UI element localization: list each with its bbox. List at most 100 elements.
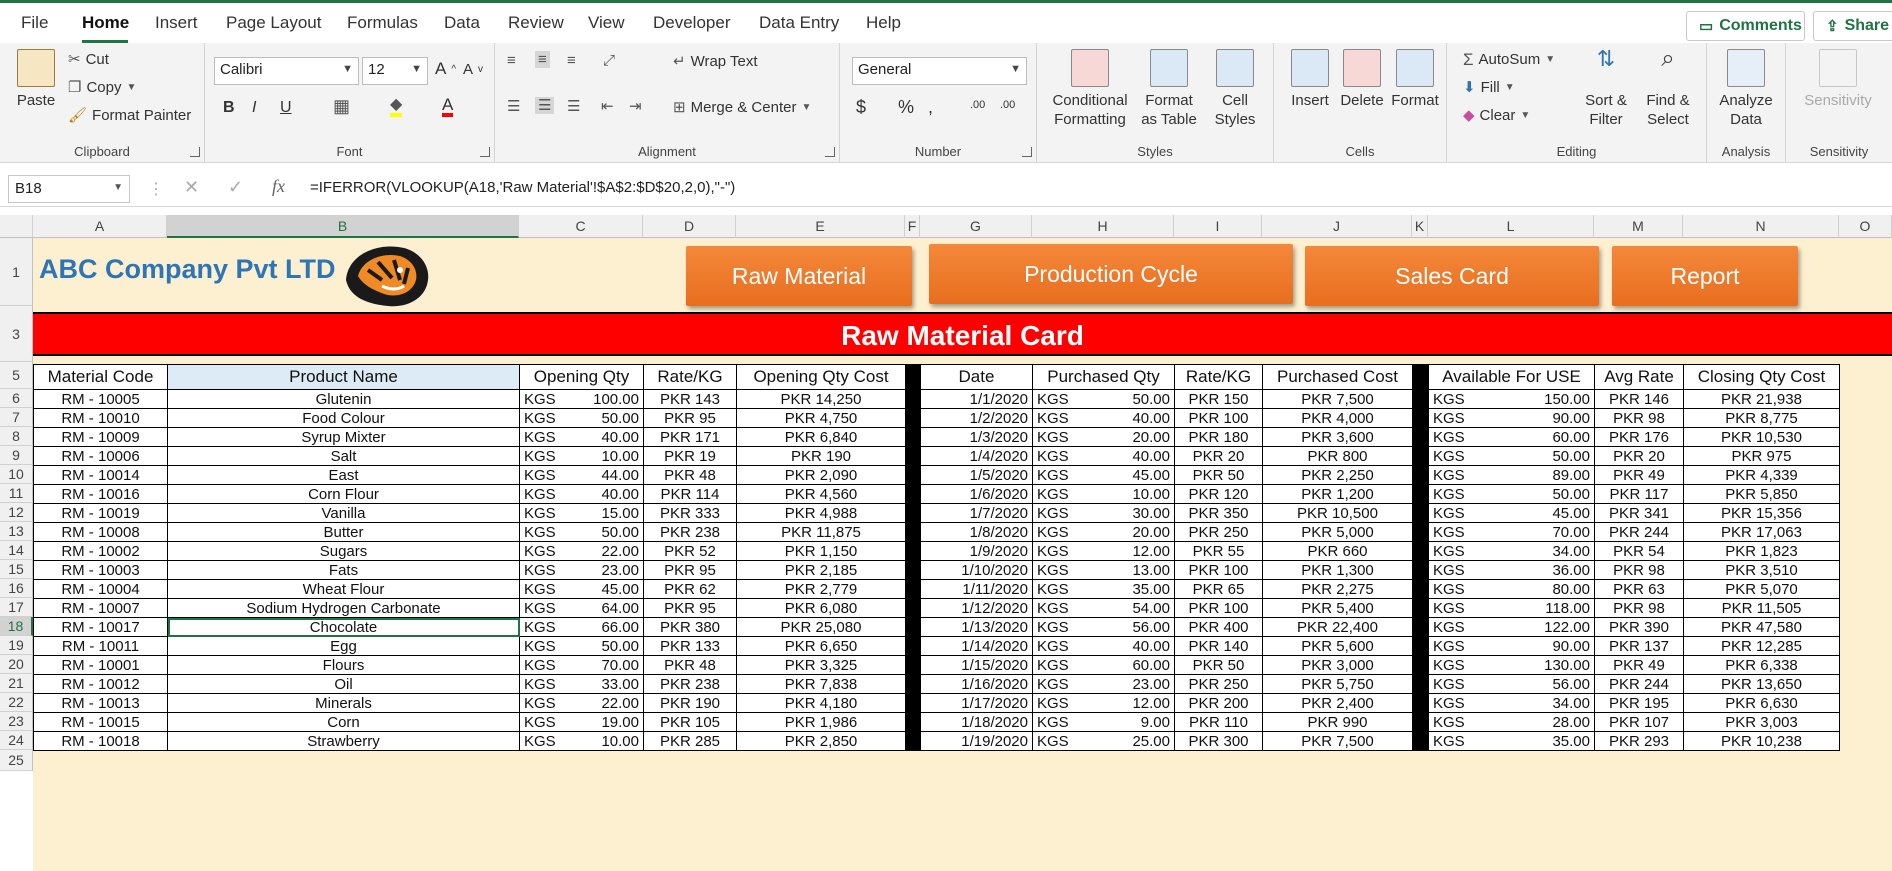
cell-avg-rate[interactable]: PKR 98 [1594, 598, 1684, 618]
header-opening-qty[interactable]: Opening Qty [519, 364, 644, 390]
cell-purchased-cost[interactable]: PKR 2,275 [1262, 579, 1413, 599]
conditional-formatting-button[interactable]: Conditional Formatting [1049, 49, 1131, 129]
cell-opening-qty[interactable]: KGS 10.00 [519, 446, 644, 466]
row-header[interactable]: 17 [0, 598, 33, 617]
cell-material-code[interactable]: RM - 10008 [33, 522, 168, 542]
cell-available-for-use[interactable]: KGS 34.00 [1428, 693, 1595, 713]
cell-opening-qty-cost[interactable]: PKR 2,850 [736, 731, 906, 751]
cell-date[interactable]: 1/8/2020 [920, 522, 1033, 542]
font-color-button[interactable]: A [442, 96, 454, 117]
tab-view[interactable]: View [588, 13, 625, 33]
cell-avg-rate[interactable]: PKR 195 [1594, 693, 1684, 713]
cell-purchased-qty[interactable]: KGS 40.00 [1032, 636, 1175, 656]
cell-product-name[interactable]: Food Colour [167, 408, 520, 428]
cell-avg-rate[interactable]: PKR 293 [1594, 731, 1684, 751]
row-header[interactable]: 16 [0, 579, 33, 598]
cell-available-for-use[interactable]: KGS 56.00 [1428, 674, 1595, 694]
increase-indent-button[interactable]: ⇥ [629, 99, 642, 114]
cell-closing-qty-cost[interactable]: PKR 10,530 [1683, 427, 1840, 447]
cell-purchased-qty[interactable]: KGS 40.00 [1032, 446, 1175, 466]
tab-review[interactable]: Review [508, 13, 564, 33]
cell-available-for-use[interactable]: KGS 89.00 [1428, 465, 1595, 485]
cell-closing-qty-cost[interactable]: PKR 11,505 [1683, 598, 1840, 618]
tab-formulas[interactable]: Formulas [347, 13, 418, 33]
cell-rate-kg[interactable]: PKR 52 [643, 541, 737, 561]
cell-rate-kg[interactable]: PKR 19 [643, 446, 737, 466]
cell-closing-qty-cost[interactable]: PKR 8,775 [1683, 408, 1840, 428]
cell-purchased-cost[interactable]: PKR 5,400 [1262, 598, 1413, 618]
cell-purchase-rate-kg[interactable]: PKR 150 [1174, 389, 1263, 409]
cell-rate-kg[interactable]: PKR 114 [643, 484, 737, 504]
cell-product-name[interactable]: Wheat Flour [167, 579, 520, 599]
cell-rate-kg[interactable]: PKR 95 [643, 408, 737, 428]
clear-button[interactable]: ◆ Clear ▼ [1463, 107, 1530, 124]
cell-rate-kg[interactable]: PKR 62 [643, 579, 737, 599]
cell-date[interactable]: 1/14/2020 [920, 636, 1033, 656]
cell-avg-rate[interactable]: PKR 98 [1594, 560, 1684, 580]
cell-rate-kg[interactable]: PKR 133 [643, 636, 737, 656]
cell-rate-kg[interactable]: PKR 380 [643, 617, 737, 637]
cell-purchase-rate-kg[interactable]: PKR 110 [1174, 712, 1263, 732]
cell-rate-kg[interactable]: PKR 333 [643, 503, 737, 523]
font-size-select[interactable]: 12 ▼ [362, 57, 428, 85]
cell-opening-qty[interactable]: KGS 50.00 [519, 636, 644, 656]
cell-available-for-use[interactable]: KGS 50.00 [1428, 484, 1595, 504]
cell-opening-qty[interactable]: KGS 45.00 [519, 579, 644, 599]
cell-purchase-rate-kg[interactable]: PKR 120 [1174, 484, 1263, 504]
cell-purchased-qty[interactable]: KGS 12.00 [1032, 541, 1175, 561]
underline-button[interactable]: U [280, 99, 292, 117]
cell-product-name[interactable]: Chocolate [167, 617, 520, 637]
cell-avg-rate[interactable]: PKR 146 [1594, 389, 1684, 409]
cell-date[interactable]: 1/17/2020 [920, 693, 1033, 713]
cell-available-for-use[interactable]: KGS 28.00 [1428, 712, 1595, 732]
cell-purchased-cost[interactable]: PKR 1,200 [1262, 484, 1413, 504]
cell-purchased-qty[interactable]: KGS 23.00 [1032, 674, 1175, 694]
enter-icon[interactable]: ✓ [228, 177, 243, 198]
cell-closing-qty-cost[interactable]: PKR 3,510 [1683, 560, 1840, 580]
cell-opening-qty-cost[interactable]: PKR 3,325 [736, 655, 906, 675]
cell-opening-qty[interactable]: KGS 64.00 [519, 598, 644, 618]
fill-color-button[interactable]: ◆ [390, 97, 403, 117]
cell-purchased-qty[interactable]: KGS 10.00 [1032, 484, 1175, 504]
cell-closing-qty-cost[interactable]: PKR 12,285 [1683, 636, 1840, 656]
cell-rate-kg[interactable]: PKR 143 [643, 389, 737, 409]
fill-button[interactable]: ⬇ Fill ▼ [1463, 79, 1515, 96]
cell-purchased-cost[interactable]: PKR 7,500 [1262, 731, 1413, 751]
cell-product-name[interactable]: Vanilla [167, 503, 520, 523]
cell-available-for-use[interactable]: KGS 150.00 [1428, 389, 1595, 409]
cell-avg-rate[interactable]: PKR 341 [1594, 503, 1684, 523]
cell-opening-qty-cost[interactable]: PKR 11,875 [736, 522, 906, 542]
column-header[interactable]: D [643, 215, 736, 238]
cell-rate-kg[interactable]: PKR 190 [643, 693, 737, 713]
cell-purchased-cost[interactable]: PKR 3,600 [1262, 427, 1413, 447]
cell-purchased-cost[interactable]: PKR 5,600 [1262, 636, 1413, 656]
tab-help[interactable]: Help [866, 13, 901, 33]
cell-opening-qty-cost[interactable]: PKR 2,185 [736, 560, 906, 580]
row-header[interactable]: 19 [0, 636, 33, 655]
format-painter-button[interactable]: 🖌 Format Painter [68, 107, 191, 124]
cell-avg-rate[interactable]: PKR 98 [1594, 408, 1684, 428]
cell-material-code[interactable]: RM - 10017 [33, 617, 168, 637]
merge-center-button[interactable]: ⊞ Merge & Center ▼ [673, 99, 811, 116]
cell-purchase-rate-kg[interactable]: PKR 300 [1174, 731, 1263, 751]
dialog-launcher-icon[interactable] [825, 147, 835, 157]
cell-material-code[interactable]: RM - 10010 [33, 408, 168, 428]
italic-button[interactable]: I [252, 99, 256, 117]
align-top-button[interactable]: ≡ [507, 53, 516, 68]
cell-product-name[interactable]: Syrup Mixter [167, 427, 520, 447]
cell-opening-qty-cost[interactable]: PKR 6,080 [736, 598, 906, 618]
column-header[interactable]: N [1683, 215, 1839, 238]
cell-opening-qty-cost[interactable]: PKR 2,779 [736, 579, 906, 599]
row-header[interactable]: 21 [0, 674, 33, 693]
decrease-decimal-button[interactable]: .00 [1000, 99, 1015, 111]
cell-rate-kg[interactable]: PKR 48 [643, 655, 737, 675]
cell-date[interactable]: 1/18/2020 [920, 712, 1033, 732]
cell-purchase-rate-kg[interactable]: PKR 100 [1174, 408, 1263, 428]
header-avg-rate[interactable]: Avg Rate [1594, 364, 1684, 390]
column-header[interactable]: I [1174, 215, 1262, 238]
cell-available-for-use[interactable]: KGS 36.00 [1428, 560, 1595, 580]
cell-opening-qty-cost[interactable]: PKR 7,838 [736, 674, 906, 694]
sort-filter-button[interactable]: ⇅ Sort & Filter [1579, 48, 1633, 129]
cell-opening-qty[interactable]: KGS 50.00 [519, 408, 644, 428]
row-header[interactable]: 14 [0, 541, 33, 560]
